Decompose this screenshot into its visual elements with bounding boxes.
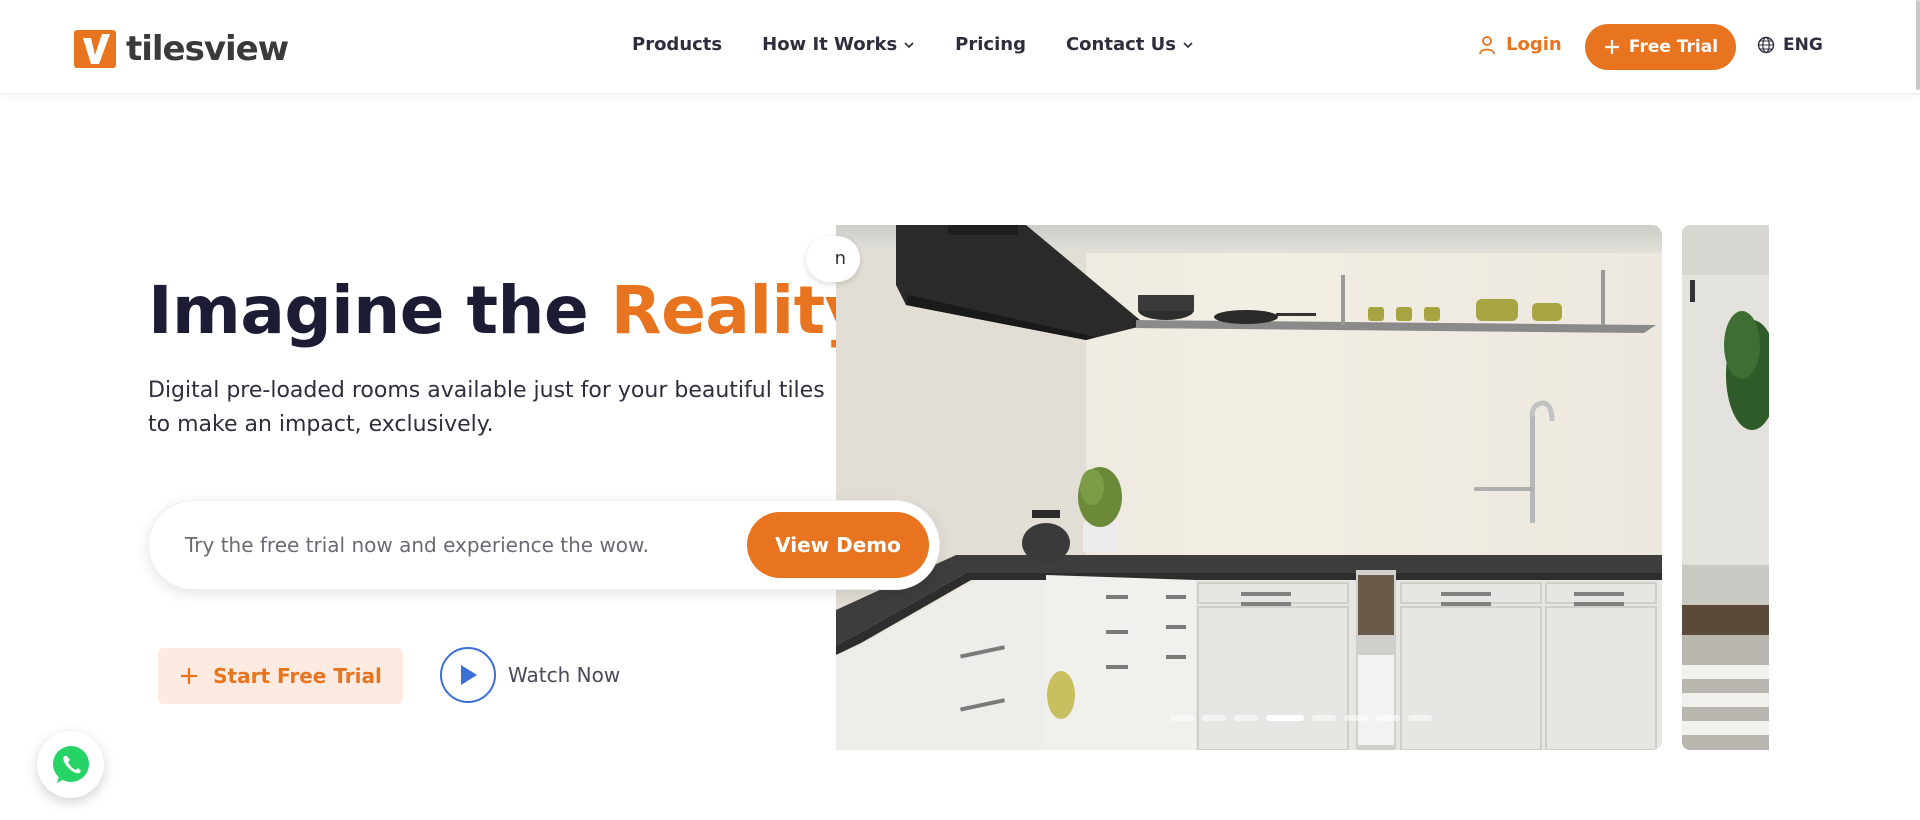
nav-how-it-works[interactable]: How It Works: [762, 34, 915, 55]
play-icon: [461, 665, 477, 685]
carousel-dot[interactable]: [1234, 715, 1258, 721]
logo-text: tilesview: [126, 29, 289, 69]
chevron-down-icon: [904, 41, 914, 48]
nav-contact-us-label: Contact Us: [1065, 34, 1176, 55]
hero-subtitle: Digital pre-loaded rooms available just …: [148, 378, 825, 437]
carousel-dot[interactable]: [1344, 715, 1368, 721]
globe-icon: [1757, 36, 1775, 54]
start-free-trial-button[interactable]: Start Free Trial: [158, 648, 403, 704]
carousel-slide-kitchen[interactable]: [836, 225, 1662, 750]
carousel-dots: [1170, 715, 1432, 721]
carousel-dot[interactable]: [1376, 715, 1400, 721]
watch-now-label: Watch Now: [508, 663, 621, 687]
whatsapp-icon: [52, 745, 89, 783]
logo[interactable]: tilesview: [74, 28, 289, 70]
start-free-trial-label: Start Free Trial: [213, 664, 382, 688]
nav-pricing[interactable]: Pricing: [955, 34, 1026, 55]
site-header: tilesview Products How It Works Pricing …: [0, 0, 1920, 94]
kitchen-image: [836, 225, 1662, 750]
carousel-dot-active[interactable]: [1266, 715, 1304, 721]
carousel-dot[interactable]: [1202, 715, 1226, 721]
language-selector[interactable]: ENG: [1757, 35, 1823, 55]
hero-title: Imagine the Reality: [148, 272, 868, 349]
play-button[interactable]: [440, 647, 496, 703]
nav-products[interactable]: Products: [632, 34, 722, 55]
plus-icon: [181, 668, 198, 684]
logo-icon: [74, 30, 116, 68]
carousel-dot[interactable]: [1170, 715, 1194, 721]
chevron-down-icon: [1183, 41, 1193, 48]
living-room-image: [1682, 225, 1769, 750]
nav-how-it-works-label: How It Works: [762, 34, 898, 55]
nav-products-label: Products: [632, 34, 723, 55]
login-label: Login: [1506, 34, 1562, 55]
slide-badge-text: n: [834, 248, 846, 269]
watch-now-button[interactable]: Watch Now: [440, 647, 620, 703]
nav-pricing-label: Pricing: [955, 34, 1026, 55]
nav-contact-us[interactable]: Contact Us: [1066, 34, 1194, 55]
plus-icon: [1604, 40, 1619, 54]
demo-signup-box: Try the free trial now and experience th…: [148, 500, 940, 590]
free-trial-button[interactable]: Free Trial: [1585, 24, 1736, 70]
carousel-dot[interactable]: [1312, 715, 1336, 721]
hero-title-main: Imagine the: [148, 272, 611, 349]
demo-prompt-text[interactable]: Try the free trial now and experience th…: [185, 533, 649, 557]
language-label: ENG: [1783, 35, 1823, 55]
whatsapp-button[interactable]: [37, 731, 104, 798]
login-link[interactable]: Login: [1478, 34, 1562, 55]
free-trial-label: Free Trial: [1628, 37, 1719, 57]
page-scrollbar[interactable]: [1916, 0, 1920, 90]
carousel-slide-next[interactable]: [1682, 225, 1769, 750]
user-icon: [1479, 35, 1495, 54]
slide-badge: n: [806, 236, 860, 282]
carousel-dot[interactable]: [1408, 715, 1432, 721]
hero-title-accent: Reality: [610, 272, 868, 349]
view-demo-button[interactable]: View Demo: [747, 512, 929, 578]
main-nav: Products How It Works Pricing Contact Us: [632, 34, 1194, 55]
